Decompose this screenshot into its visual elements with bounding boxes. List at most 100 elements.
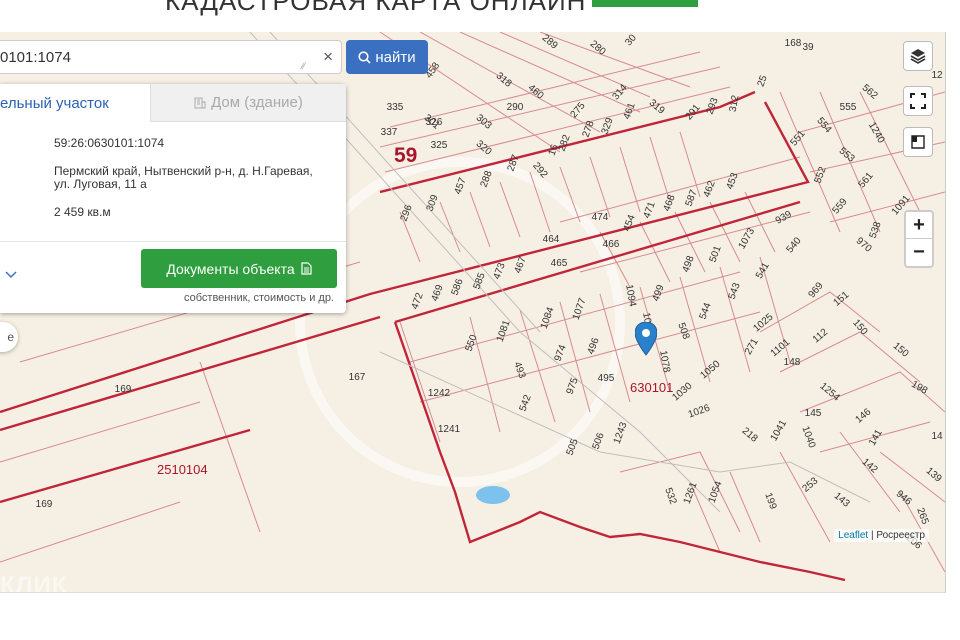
area-select-icon (911, 135, 925, 149)
pond (476, 486, 510, 504)
parcel-label: 585 (472, 271, 488, 291)
parcel-label: 555 (840, 102, 857, 113)
parcel-label: 471 (642, 200, 658, 220)
object-info-panel: ельный участок Дом (здание) 59:26:063010… (0, 84, 346, 313)
parcel-label: 1078 (657, 350, 672, 374)
parcel-label: 506 (591, 431, 607, 451)
panel-divider (0, 241, 346, 242)
parcel-label: 461 (622, 101, 638, 121)
zoom-in-button[interactable]: + (906, 212, 932, 238)
zoom-out-button[interactable]: − (906, 239, 932, 265)
resize-grip-icon[interactable]: ⁄⁄ (302, 61, 305, 71)
parcel-label: 939 (774, 209, 794, 227)
parcel-label: 469 (430, 283, 446, 303)
parcel-label: 538 (868, 220, 884, 240)
fullscreen-icon (910, 93, 926, 109)
page-title: КАДАСТРОВАЯ КАРТА ОНЛАЙН (165, 0, 699, 17)
tab-house[interactable]: Дом (здание) (150, 84, 346, 122)
parcel-label: 325 (431, 140, 448, 151)
parcel-label: 318 (494, 71, 514, 90)
parcel-label: 199 (762, 491, 778, 511)
parcel-label: 168 (785, 38, 802, 49)
parcel-label: 303 (474, 113, 494, 132)
parcel-label: 146 (853, 406, 873, 425)
parcel-label: 14 (931, 431, 943, 442)
parcel-label: 1077 (571, 296, 589, 321)
find-button[interactable]: найти (346, 40, 428, 74)
parcel-label: 464 (543, 234, 560, 245)
parcel-label: 280 (588, 39, 608, 58)
parcel-line (759, 291, 945, 453)
parcel-label: 326 (426, 117, 443, 128)
parcel-label: 1101 (769, 337, 793, 360)
parcel-label: 542 (518, 393, 534, 413)
parcel-label: 309 (425, 193, 441, 213)
parcel-label: 1084 (539, 305, 557, 330)
zoom-control: + − (904, 210, 934, 268)
parcel-label: 1241 (438, 424, 461, 435)
parcel-label: 457 (453, 176, 469, 196)
parcel-label: 296 (399, 203, 415, 223)
parcel-label: 320 (474, 139, 494, 158)
documents-button-label: Документы объекта (166, 260, 295, 277)
parcel-label: 1025 (751, 311, 775, 334)
parcel-label: 974 (553, 343, 569, 363)
parcel-label: 169 (36, 499, 53, 510)
parcel-label: 541 (754, 260, 772, 280)
parcel-label: 970 (854, 236, 874, 255)
area-value: 2 459 кв.м (54, 205, 111, 219)
address-line2: ул. Луговая, 11 а (54, 177, 147, 191)
parcel-label: 473 (492, 261, 508, 281)
parcel-label: 39 (802, 42, 814, 53)
chevron-down-icon[interactable] (4, 270, 18, 280)
search-box[interactable]: 0101:1074 × ⁄⁄ (0, 40, 342, 74)
parcel-label: 550 (464, 333, 480, 353)
cadastral-number: 59:26:0630101:1074 (54, 136, 165, 150)
parcel-label: 946 (894, 489, 914, 508)
leaflet-link[interactable]: Leaflet (838, 530, 868, 541)
fullscreen-button[interactable] (903, 86, 933, 116)
layers-button[interactable] (903, 41, 933, 71)
block-label-59: 59 (394, 144, 417, 167)
parcel-label: 150 (850, 317, 869, 337)
parcel-label: 1054 (707, 479, 725, 504)
parcel-label: 454 (622, 213, 638, 233)
parcel-label: 148 (784, 357, 801, 368)
watermark-text: КЛИК (0, 572, 68, 593)
attribution-source: Росреестр (876, 530, 925, 541)
find-button-label: найти (375, 48, 416, 66)
parcel-label: 1026 (687, 403, 712, 421)
tab-house-label: Дом (здание) (211, 94, 303, 111)
parcel-label: 145 (805, 408, 822, 419)
parcel-label: 1050 (698, 358, 722, 381)
search-input[interactable]: 0101:1074 (0, 49, 71, 66)
parcel-label: 551 (789, 128, 808, 148)
parcel-label: 501 (708, 244, 724, 264)
parcel-label: 1261 (682, 480, 700, 505)
area-select-button[interactable] (903, 127, 933, 157)
parcel-label: 335 (387, 102, 404, 113)
parcel-label: 312 (728, 94, 742, 113)
parcel-label: 587 (684, 188, 700, 208)
house-icon (194, 97, 206, 108)
parcel-label: 151 (831, 289, 851, 308)
quarter-label: 630101 (630, 380, 673, 395)
clear-icon[interactable]: × (323, 47, 333, 67)
parcel-label: 169 (115, 384, 132, 395)
parcel-label: 1040 (799, 425, 817, 450)
parcel-label: 499 (651, 283, 667, 303)
parcel-label: 1242 (428, 388, 451, 399)
tab-land-plot[interactable]: ельный участок (0, 84, 150, 122)
parcel-label: 289 (540, 33, 560, 52)
parcel-label: 468 (662, 193, 678, 213)
parcel-label: 462 (702, 179, 718, 199)
parcel-label: 1041 (769, 418, 790, 443)
parcel-label: 319 (647, 98, 667, 117)
parcel-label: 265 (914, 506, 930, 526)
document-icon (301, 262, 312, 275)
layers-icon (910, 49, 926, 64)
parcel-label: 1240 (866, 120, 887, 145)
parcel-label: 278 (581, 119, 597, 139)
documents-button[interactable]: Документы объекта (141, 249, 337, 288)
parcel-label: 543 (727, 281, 743, 301)
